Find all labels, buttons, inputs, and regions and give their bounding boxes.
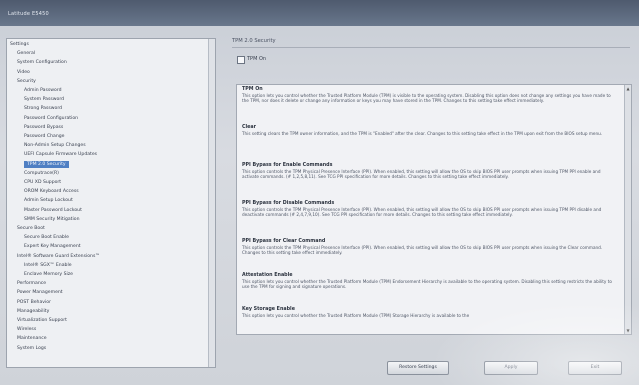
tree-scrollbar[interactable]: [208, 39, 215, 367]
restore-settings-button[interactable]: Restore Settings: [387, 361, 449, 375]
tpm-on-checkbox[interactable]: [237, 56, 245, 64]
tree-item[interactable]: Power Management: [17, 289, 63, 296]
help-paragraph: Clear This setting clears the TPM owner i…: [242, 125, 618, 136]
exit-button[interactable]: Exit: [568, 361, 622, 375]
window-title: Latitude E5450: [8, 11, 49, 17]
help-paragraph-text: This option controls the TPM Physical Pr…: [242, 245, 603, 256]
tree-item[interactable]: Intel® SGX™ Enable: [24, 262, 72, 269]
tree-item[interactable]: Settings: [10, 41, 29, 48]
scroll-down-icon[interactable]: ▼: [625, 328, 631, 333]
help-paragraph-text: This setting clears the TPM owner inform…: [242, 131, 603, 136]
tree-item[interactable]: TPM 2.0 Security: [24, 160, 69, 168]
tree-item[interactable]: OROM Keyboard Access: [24, 188, 79, 195]
tree-item[interactable]: Password Bypass: [24, 124, 63, 131]
tree-item[interactable]: Virtualization Support: [17, 317, 67, 324]
tree-item[interactable]: Admin Setup Lockout: [24, 197, 73, 204]
tree-item[interactable]: Intel® Software Guard Extensions™: [17, 253, 100, 260]
help-paragraph: Attestation Enable This option lets you c…: [242, 273, 618, 290]
help-paragraph-text: This option controls the TPM Physical Pr…: [242, 169, 601, 180]
tree-item[interactable]: Password Configuration: [24, 115, 78, 122]
apply-button[interactable]: Apply: [484, 361, 538, 375]
help-paragraph-text: This option lets you control whether the…: [242, 279, 612, 290]
tree-item[interactable]: Non-Admin Setup Changes: [24, 142, 86, 149]
scroll-up-icon[interactable]: ▲: [625, 86, 631, 91]
tree-item[interactable]: Performance: [17, 280, 46, 287]
help-paragraph: PPI Bypass for Clear Command This option …: [242, 239, 618, 256]
section-title: TPM 2.0 Security: [232, 38, 276, 44]
tree-item[interactable]: Security: [17, 78, 36, 85]
divider: [232, 47, 630, 48]
help-paragraph: TPM On This option lets you control wheth…: [242, 87, 618, 104]
help-scrollbar[interactable]: ▲ ▼: [624, 85, 631, 334]
tree-item[interactable]: SMM Security Mitigation: [24, 216, 79, 223]
help-paragraph-text: This option lets you control whether the…: [242, 313, 470, 318]
tree-item[interactable]: Maintenance: [17, 335, 47, 342]
tree-item[interactable]: Secure Boot: [17, 225, 45, 232]
tree-item[interactable]: CPU XD Support: [24, 179, 61, 186]
tree-item[interactable]: Admin Password: [24, 87, 62, 94]
tree-item[interactable]: System Configuration: [17, 59, 67, 66]
help-paragraph: Key Storage Enable This option lets you c…: [242, 307, 618, 318]
help-paragraph: PPI Bypass for Disable Commands This opti…: [242, 201, 618, 218]
tree-item[interactable]: Password Change: [24, 133, 65, 140]
tree-item[interactable]: Manageability: [17, 308, 49, 315]
help-paragraph-text: This option controls the TPM Physical Pr…: [242, 207, 602, 218]
tree-item[interactable]: Expert Key Management: [24, 243, 81, 250]
tree-item[interactable]: Wireless: [17, 326, 36, 333]
tree-item[interactable]: Enclave Memory Size: [24, 271, 73, 278]
tree-item[interactable]: POST Behavior: [17, 299, 51, 306]
tree-item[interactable]: General: [17, 50, 35, 57]
help-description-box: ▲ ▼ TPM On This option lets you control w…: [236, 84, 632, 335]
tpm-on-label: TPM On: [247, 56, 267, 62]
title-bar: Latitude E5450: [0, 0, 639, 26]
settings-tree[interactable]: Settings General System Configuration Video…: [6, 38, 216, 368]
tree-item[interactable]: Computrace(R): [24, 170, 59, 177]
tree-item[interactable]: Video: [17, 69, 30, 76]
help-paragraph-text: This option lets you control whether the…: [242, 93, 611, 104]
help-paragraph: PPI Bypass for Enable Commands This optio…: [242, 163, 618, 180]
tree-item[interactable]: Secure Boot Enable: [24, 234, 69, 241]
tree-item[interactable]: Strong Password: [24, 105, 62, 112]
bios-setup-screen: Latitude E5450 Settings General System Con…: [0, 0, 639, 385]
tree-item[interactable]: UEFI Capsule Firmware Updates: [24, 151, 97, 158]
tree-item[interactable]: Master Password Lockout: [24, 207, 82, 214]
tree-item[interactable]: System Password: [24, 96, 64, 103]
tree-item[interactable]: System Logs: [17, 345, 46, 352]
